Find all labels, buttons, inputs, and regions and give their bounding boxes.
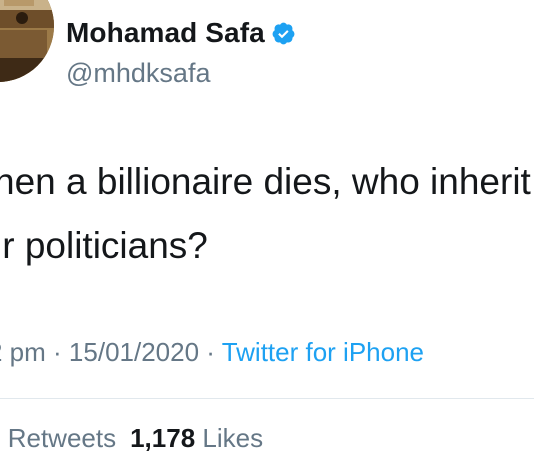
tweet-card: Mohamad Safa @mhdksafa hen a billionaire… <box>0 0 534 462</box>
tweet-text-line: ir politicians? <box>0 225 208 266</box>
profile-photo-icon <box>0 0 54 82</box>
retweets-stat[interactable]: 3 Retweets <box>0 423 116 453</box>
likes-label: Likes <box>202 423 264 453</box>
retweets-label: Retweets <box>7 423 117 453</box>
display-name[interactable]: Mohamad Safa <box>66 17 265 49</box>
tweet-meta: 2 pm · 15/01/2020 · Twitter for iPhone <box>0 337 424 368</box>
tweet-text: hen a billionaire dies, who inherit ir p… <box>0 150 534 278</box>
meta-separator: · <box>45 337 69 367</box>
divider <box>0 398 534 399</box>
verified-badge-icon <box>272 22 295 44</box>
tweet-source-link[interactable]: Twitter for iPhone <box>222 337 424 367</box>
tweet-text-line: hen a billionaire dies, who inherit <box>0 161 531 202</box>
tweet-date[interactable]: 15/01/2020 <box>69 337 199 367</box>
engagement-stats: 3 Retweets 1,178 Likes <box>0 423 263 454</box>
likes-count: 1,178 <box>130 423 196 453</box>
user-handle[interactable]: @mhdksafa <box>66 58 210 89</box>
likes-stat[interactable]: 1,178 Likes <box>130 423 263 453</box>
name-row: Mohamad Safa <box>66 15 296 51</box>
meta-separator: · <box>199 337 222 367</box>
tweet-time[interactable]: 2 pm <box>0 337 46 367</box>
avatar[interactable] <box>0 0 54 82</box>
